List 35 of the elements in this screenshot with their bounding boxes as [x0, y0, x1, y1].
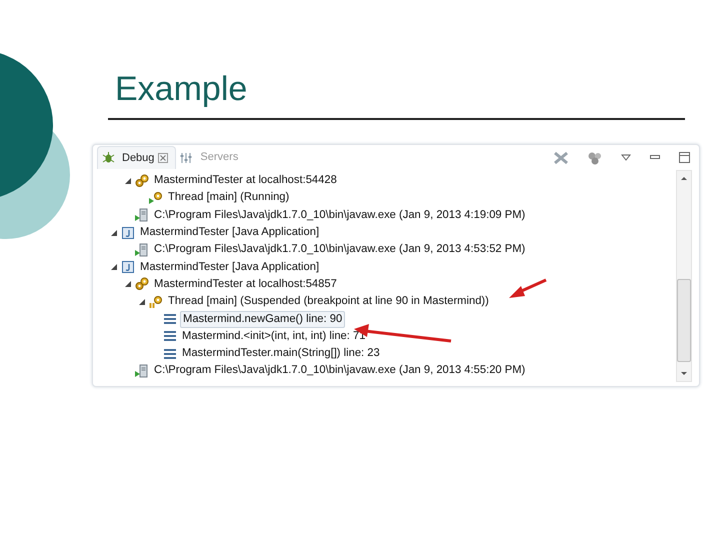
stack-frame-icon: [163, 329, 177, 344]
stack-frame-item[interactable]: Mastermind.newGame() line: 90: [180, 310, 346, 328]
maximize-icon[interactable]: [679, 152, 690, 163]
stack-frame-icon: [163, 346, 177, 361]
tab[interactable]: Debug: [97, 146, 176, 170]
tree-item[interactable]: C:\Program Files\Java\jdk1.7.0_10\bin\javaw.exe (Jan 9, 2013 4:19:09 PM): [152, 208, 528, 223]
application-icon: [121, 260, 135, 274]
expanded-arrow-icon[interactable]: [138, 298, 146, 306]
scrollbar-thumb[interactable]: [677, 279, 691, 362]
stack-frame-item[interactable]: MastermindTester.main(String[]) line: 23: [180, 346, 382, 362]
view-menu-icon[interactable]: [621, 154, 631, 162]
tree-item[interactable]: Thread [main] (Suspended (breakpoint at line 90 in Mastermind)): [166, 294, 491, 310]
tree-item[interactable]: MastermindTester at localhost:54857: [152, 276, 339, 292]
minimize-icon[interactable]: [650, 154, 660, 160]
stack-frame-icon: [163, 312, 177, 326]
tree-item[interactable]: MastermindTester [Java Application]: [138, 260, 322, 275]
expanded-arrow-icon[interactable]: [110, 228, 118, 237]
tree-item[interactable]: MastermindTester [Java Application]: [138, 225, 322, 240]
expanded-arrow-icon[interactable]: [124, 280, 132, 288]
tree-item[interactable]: C:\Program Files\Java\jdk1.7.0_10\bin\javaw.exe (Jan 9, 2013 4:53:52 PM): [152, 242, 528, 258]
process-icon: [135, 208, 149, 222]
expanded-arrow-icon[interactable]: [110, 263, 118, 272]
process-icon: [135, 364, 149, 378]
annotation-arrow: [509, 278, 547, 298]
tree-item[interactable]: Thread [main] (Running): [166, 190, 292, 206]
close-icon[interactable]: [158, 153, 168, 163]
tree-item[interactable]: C:\Program Files\Java\jdk1.7.0_10\bin\javaw.exe (Jan 9, 2013 4:55:20 PM): [152, 363, 528, 378]
slide-title: Example: [115, 69, 248, 110]
expanded-arrow-icon[interactable]: [124, 176, 132, 185]
scrollbar[interactable]: [676, 170, 692, 382]
tree-item[interactable]: MastermindTester at localhost:54428: [152, 173, 339, 188]
bug-icon: [102, 152, 115, 164]
application-icon: [121, 226, 135, 240]
process-icon: [135, 242, 149, 257]
servers-icon: [180, 152, 194, 164]
